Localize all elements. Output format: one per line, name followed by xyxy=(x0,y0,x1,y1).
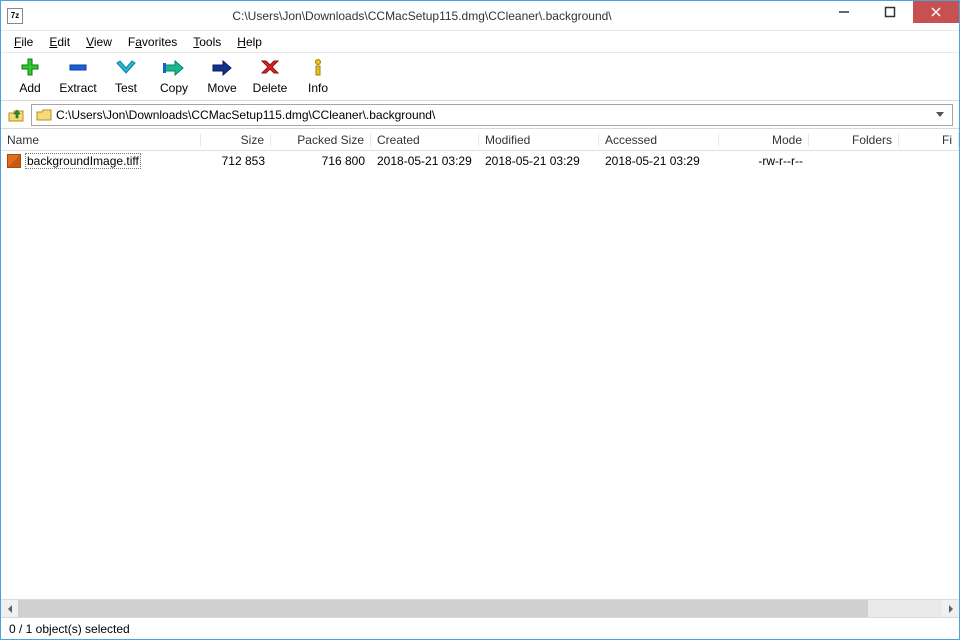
column-header: Name Size Packed Size Created Modified A… xyxy=(1,129,959,151)
col-name[interactable]: Name xyxy=(1,133,201,147)
col-size[interactable]: Size xyxy=(201,133,271,147)
address-dropdown-icon[interactable] xyxy=(932,108,948,122)
menubar: File Edit View Favorites Tools Help xyxy=(1,31,959,53)
copy-label: Copy xyxy=(160,81,188,95)
add-label: Add xyxy=(19,81,40,95)
copy-button[interactable]: Copy xyxy=(153,57,195,95)
menu-help[interactable]: Help xyxy=(230,33,269,51)
menu-file[interactable]: File xyxy=(7,33,40,51)
menu-tools[interactable]: Tools xyxy=(186,33,228,51)
up-folder-button[interactable] xyxy=(7,106,25,124)
info-button[interactable]: Info xyxy=(297,57,339,95)
minimize-button[interactable] xyxy=(821,1,867,23)
check-icon xyxy=(112,57,140,79)
col-created[interactable]: Created xyxy=(371,133,479,147)
move-button[interactable]: Move xyxy=(201,57,243,95)
col-mode[interactable]: Mode xyxy=(719,133,809,147)
delete-x-icon xyxy=(256,57,284,79)
address-bar: C:\Users\Jon\Downloads\CCMacSetup115.dmg… xyxy=(1,101,959,129)
app-icon: 7z xyxy=(7,8,23,24)
col-accessed[interactable]: Accessed xyxy=(599,133,719,147)
scroll-thumb[interactable] xyxy=(18,600,868,617)
titlebar: 7z C:\Users\Jon\Downloads\CCMacSetup115.… xyxy=(1,1,959,31)
delete-label: Delete xyxy=(253,81,288,95)
file-list[interactable]: backgroundImage.tiff 712 853 716 800 201… xyxy=(1,151,959,599)
plus-icon xyxy=(16,57,44,79)
maximize-button[interactable] xyxy=(867,1,913,23)
move-arrow-icon xyxy=(208,57,236,79)
move-label: Move xyxy=(207,81,236,95)
horizontal-scrollbar[interactable] xyxy=(1,599,959,617)
minus-icon xyxy=(64,57,92,79)
up-folder-icon xyxy=(7,106,25,124)
col-files[interactable]: Fi xyxy=(899,133,959,147)
scroll-track[interactable] xyxy=(18,600,942,617)
cell-name: backgroundImage.tiff xyxy=(1,153,201,169)
status-text: 0 / 1 object(s) selected xyxy=(9,622,130,636)
status-bar: 0 / 1 object(s) selected xyxy=(1,617,959,639)
col-modified[interactable]: Modified xyxy=(479,133,599,147)
info-label: Info xyxy=(308,81,328,95)
window-controls xyxy=(821,1,959,30)
file-name: backgroundImage.tiff xyxy=(25,153,141,169)
address-path: C:\Users\Jon\Downloads\CCMacSetup115.dmg… xyxy=(56,108,928,122)
window-title: C:\Users\Jon\Downloads\CCMacSetup115.dmg… xyxy=(23,9,821,23)
folder-icon xyxy=(36,108,52,122)
menu-favorites[interactable]: Favorites xyxy=(121,33,184,51)
cell-size: 712 853 xyxy=(201,154,271,168)
test-button[interactable]: Test xyxy=(105,57,147,95)
close-button[interactable] xyxy=(913,1,959,23)
address-field[interactable]: C:\Users\Jon\Downloads\CCMacSetup115.dmg… xyxy=(31,104,953,126)
col-folders[interactable]: Folders xyxy=(809,133,899,147)
info-icon xyxy=(304,57,332,79)
col-packed-size[interactable]: Packed Size xyxy=(271,133,371,147)
extract-label: Extract xyxy=(59,81,96,95)
app-window: 7z C:\Users\Jon\Downloads\CCMacSetup115.… xyxy=(0,0,960,640)
delete-button[interactable]: Delete xyxy=(249,57,291,95)
toolbar: Add Extract Test Copy Move xyxy=(1,53,959,101)
scroll-left-icon[interactable] xyxy=(1,600,18,617)
menu-edit[interactable]: Edit xyxy=(42,33,77,51)
add-button[interactable]: Add xyxy=(9,57,51,95)
cell-mode: -rw-r--r-- xyxy=(719,154,809,168)
test-label: Test xyxy=(115,81,137,95)
menu-view[interactable]: View xyxy=(79,33,119,51)
cell-created: 2018-05-21 03:29 xyxy=(371,154,479,168)
cell-accessed: 2018-05-21 03:29 xyxy=(599,154,719,168)
scroll-right-icon[interactable] xyxy=(942,600,959,617)
image-file-icon xyxy=(7,154,21,168)
cell-packed-size: 716 800 xyxy=(271,154,371,168)
copy-arrow-icon xyxy=(160,57,188,79)
cell-modified: 2018-05-21 03:29 xyxy=(479,154,599,168)
table-row[interactable]: backgroundImage.tiff 712 853 716 800 201… xyxy=(1,151,959,171)
extract-button[interactable]: Extract xyxy=(57,57,99,95)
